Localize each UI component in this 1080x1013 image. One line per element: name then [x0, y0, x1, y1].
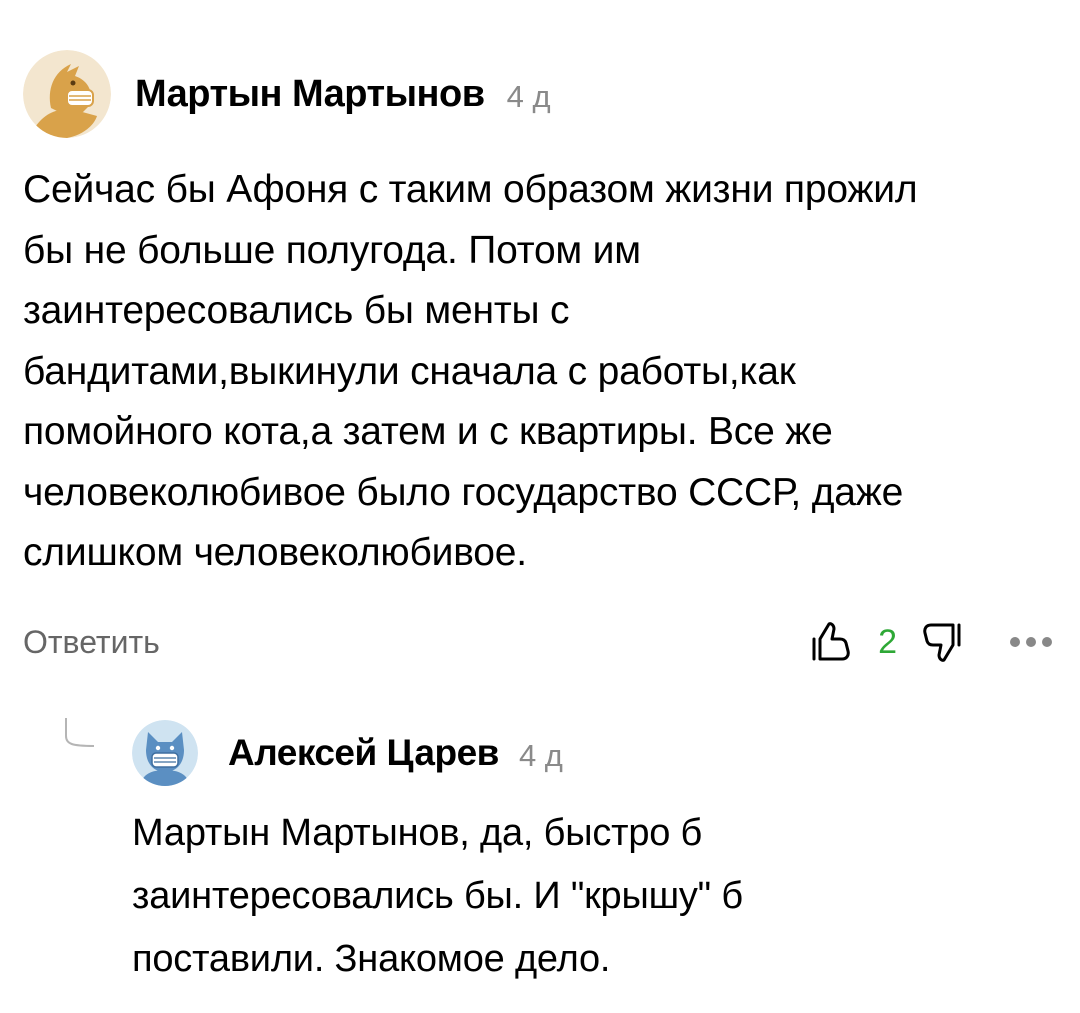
comment-text: Сейчас бы Афоня с таким образом жизни пр…	[23, 160, 1063, 584]
reply-button[interactable]: Ответить	[23, 624, 160, 661]
comment-text-line: человеколюбивое было государство СССР, д…	[23, 470, 904, 514]
comment-time: 4 д	[506, 79, 551, 114]
cat-mask-icon	[132, 720, 198, 786]
comment-text-line: Сейчас бы Афоня с таким образом жизни пр…	[23, 168, 918, 211]
comment-text-line: бы не больше полугода. Потом им	[23, 228, 641, 272]
comment-text: Мартын Мартынов, да, быстро б заинтересо…	[132, 802, 1052, 991]
more-dots-icon[interactable]	[1009, 635, 1053, 649]
comment-text-line: поставили. Знакомое дело.	[132, 938, 611, 980]
thumb-down-icon[interactable]	[919, 619, 965, 665]
author-name[interactable]: Мартын Мартынов	[135, 73, 485, 116]
reply-comment: Алексей Царев 4 д Мартын Мартынов, да, б…	[132, 720, 1052, 991]
comment: Мартын Мартынов 4 д Сейчас бы Афоня с та…	[23, 50, 1063, 584]
comment-text-line: помойного кота,а затем и с квартиры. Все…	[23, 410, 833, 453]
author-name[interactable]: Алексей Царев	[228, 732, 499, 774]
comment-text-line: Мартын Мартынов, да, быстро б	[132, 812, 703, 854]
like-count: 2	[878, 622, 897, 661]
comment-header: Алексей Царев 4 д	[132, 720, 1052, 786]
comment-text-line: слишком человеколюбивое.	[23, 531, 527, 574]
comment-text-line: заинтересовались бы менты с	[23, 289, 570, 332]
comment-actions: Ответить 2	[23, 610, 1053, 674]
bird-mask-icon	[23, 50, 111, 138]
comment-text-line: заинтересовались бы. И "крышу" б	[132, 875, 743, 917]
avatar[interactable]	[23, 50, 111, 138]
comment-time: 4 д	[518, 738, 563, 773]
thumb-up-icon[interactable]	[808, 619, 854, 665]
comment-text-line: бандитами,выкинули сначала с работы,как	[23, 349, 796, 393]
thread-line-icon	[65, 718, 94, 747]
avatar[interactable]	[132, 720, 198, 786]
comment-header: Мартын Мартынов 4 д	[23, 50, 1063, 138]
